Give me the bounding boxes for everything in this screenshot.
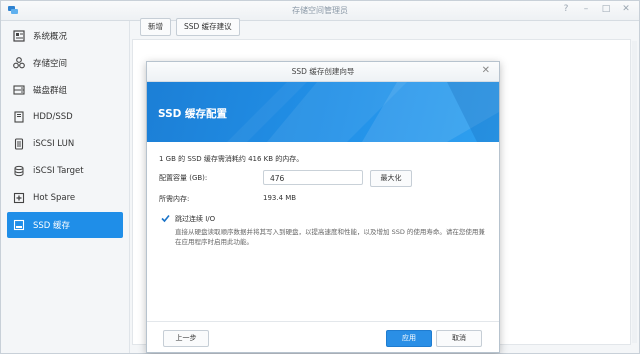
banner-title: SSD 缓存配置	[158, 108, 228, 120]
dialog-title: SSD 缓存创建向导	[147, 62, 499, 82]
window-title: 存储空间管理员	[292, 6, 348, 15]
sidebar-item-label: iSCSI LUN	[33, 139, 75, 149]
target-icon	[12, 164, 26, 178]
cancel-button[interactable]: 取消	[436, 330, 482, 347]
skip-io-label: 跳过连续 I/O	[175, 215, 216, 223]
minimize-icon[interactable]: –	[581, 4, 591, 15]
ssd-cache-advisor-button[interactable]: SSD 缓存建议	[176, 18, 240, 36]
dialog-footer: 上一步 应用 取消	[147, 321, 499, 352]
sidebar-item-disk-group[interactable]: 磁盘群组	[7, 77, 123, 103]
ssd-cache-icon	[12, 218, 26, 232]
close-icon[interactable]: ✕	[621, 4, 631, 15]
help-icon[interactable]: ?	[561, 4, 571, 15]
scrollbar[interactable]	[632, 41, 637, 343]
sidebar-item-overview[interactable]: 系统概况	[7, 23, 123, 49]
sidebar-item-iscsi-target[interactable]: iSCSI Target	[7, 158, 123, 184]
sidebar-item-label: 存储空间	[33, 59, 68, 69]
back-button[interactable]: 上一步	[163, 330, 209, 347]
sidebar-item-ssd-cache[interactable]: SSD 缓存	[7, 212, 123, 238]
sidebar-item-iscsi-lun[interactable]: iSCSI LUN	[7, 131, 123, 157]
capacity-label: 配置容量 (GB):	[159, 174, 208, 182]
hdd-icon	[12, 110, 26, 124]
required-memory-label: 所需内存:	[159, 195, 190, 203]
sidebar-item-label: HDD/SSD	[33, 112, 73, 122]
maximize-icon[interactable]: □	[601, 4, 611, 15]
skip-io-checkbox[interactable]	[161, 214, 170, 223]
required-memory-value: 193.4 MB	[263, 194, 297, 202]
skip-io-description: 直接从硬盘读取顺序数据并将其写入到硬盘，以提高速度和性能，以及增加 SSD 的使…	[175, 228, 485, 246]
wizard-banner: SSD 缓存配置	[147, 82, 499, 142]
lun-icon	[12, 137, 26, 151]
sidebar-item-hot-spare[interactable]: Hot Spare	[7, 185, 123, 211]
maximize-button[interactable]: 最大化	[370, 170, 412, 187]
toolbar: 新增 SSD 缓存建议	[140, 18, 240, 36]
sidebar-item-label: iSCSI Target	[33, 166, 84, 176]
storage-manager-window: 存储空间管理员 ? – □ ✕ 系统概况 存储空间 磁盘群组 HDD/SSD i…	[0, 0, 640, 354]
sidebar-item-label: 磁盘群组	[33, 86, 68, 96]
new-button[interactable]: 新增	[140, 18, 171, 36]
sidebar-item-storage[interactable]: 存储空间	[7, 50, 123, 76]
sidebar-item-hdd-ssd[interactable]: HDD/SSD	[7, 104, 123, 130]
memory-note: 1 GB 的 SSD 缓存需消耗约 416 KB 的内存。	[159, 155, 304, 163]
title-bar: 存储空间管理员 ? – □ ✕	[1, 1, 639, 21]
sidebar-item-label: SSD 缓存	[33, 221, 71, 231]
capacity-input[interactable]: 476	[263, 170, 363, 185]
disk-group-icon	[12, 83, 26, 97]
sidebar: 系统概况 存储空间 磁盘群组 HDD/SSD iSCSI LUN iSCSI T…	[1, 21, 130, 353]
dashboard-icon	[12, 29, 26, 43]
sidebar-item-label: 系统概况	[33, 32, 68, 42]
apply-button[interactable]: 应用	[386, 330, 432, 347]
ssd-cache-wizard-dialog: SSD 缓存创建向导 ✕ SSD 缓存配置 1 GB 的 SSD 缓存需消耗约 …	[146, 61, 500, 353]
sidebar-item-label: Hot Spare	[33, 193, 76, 203]
hot-spare-icon	[12, 191, 26, 205]
close-icon[interactable]: ✕	[482, 65, 490, 77]
storage-pool-icon	[12, 56, 26, 70]
